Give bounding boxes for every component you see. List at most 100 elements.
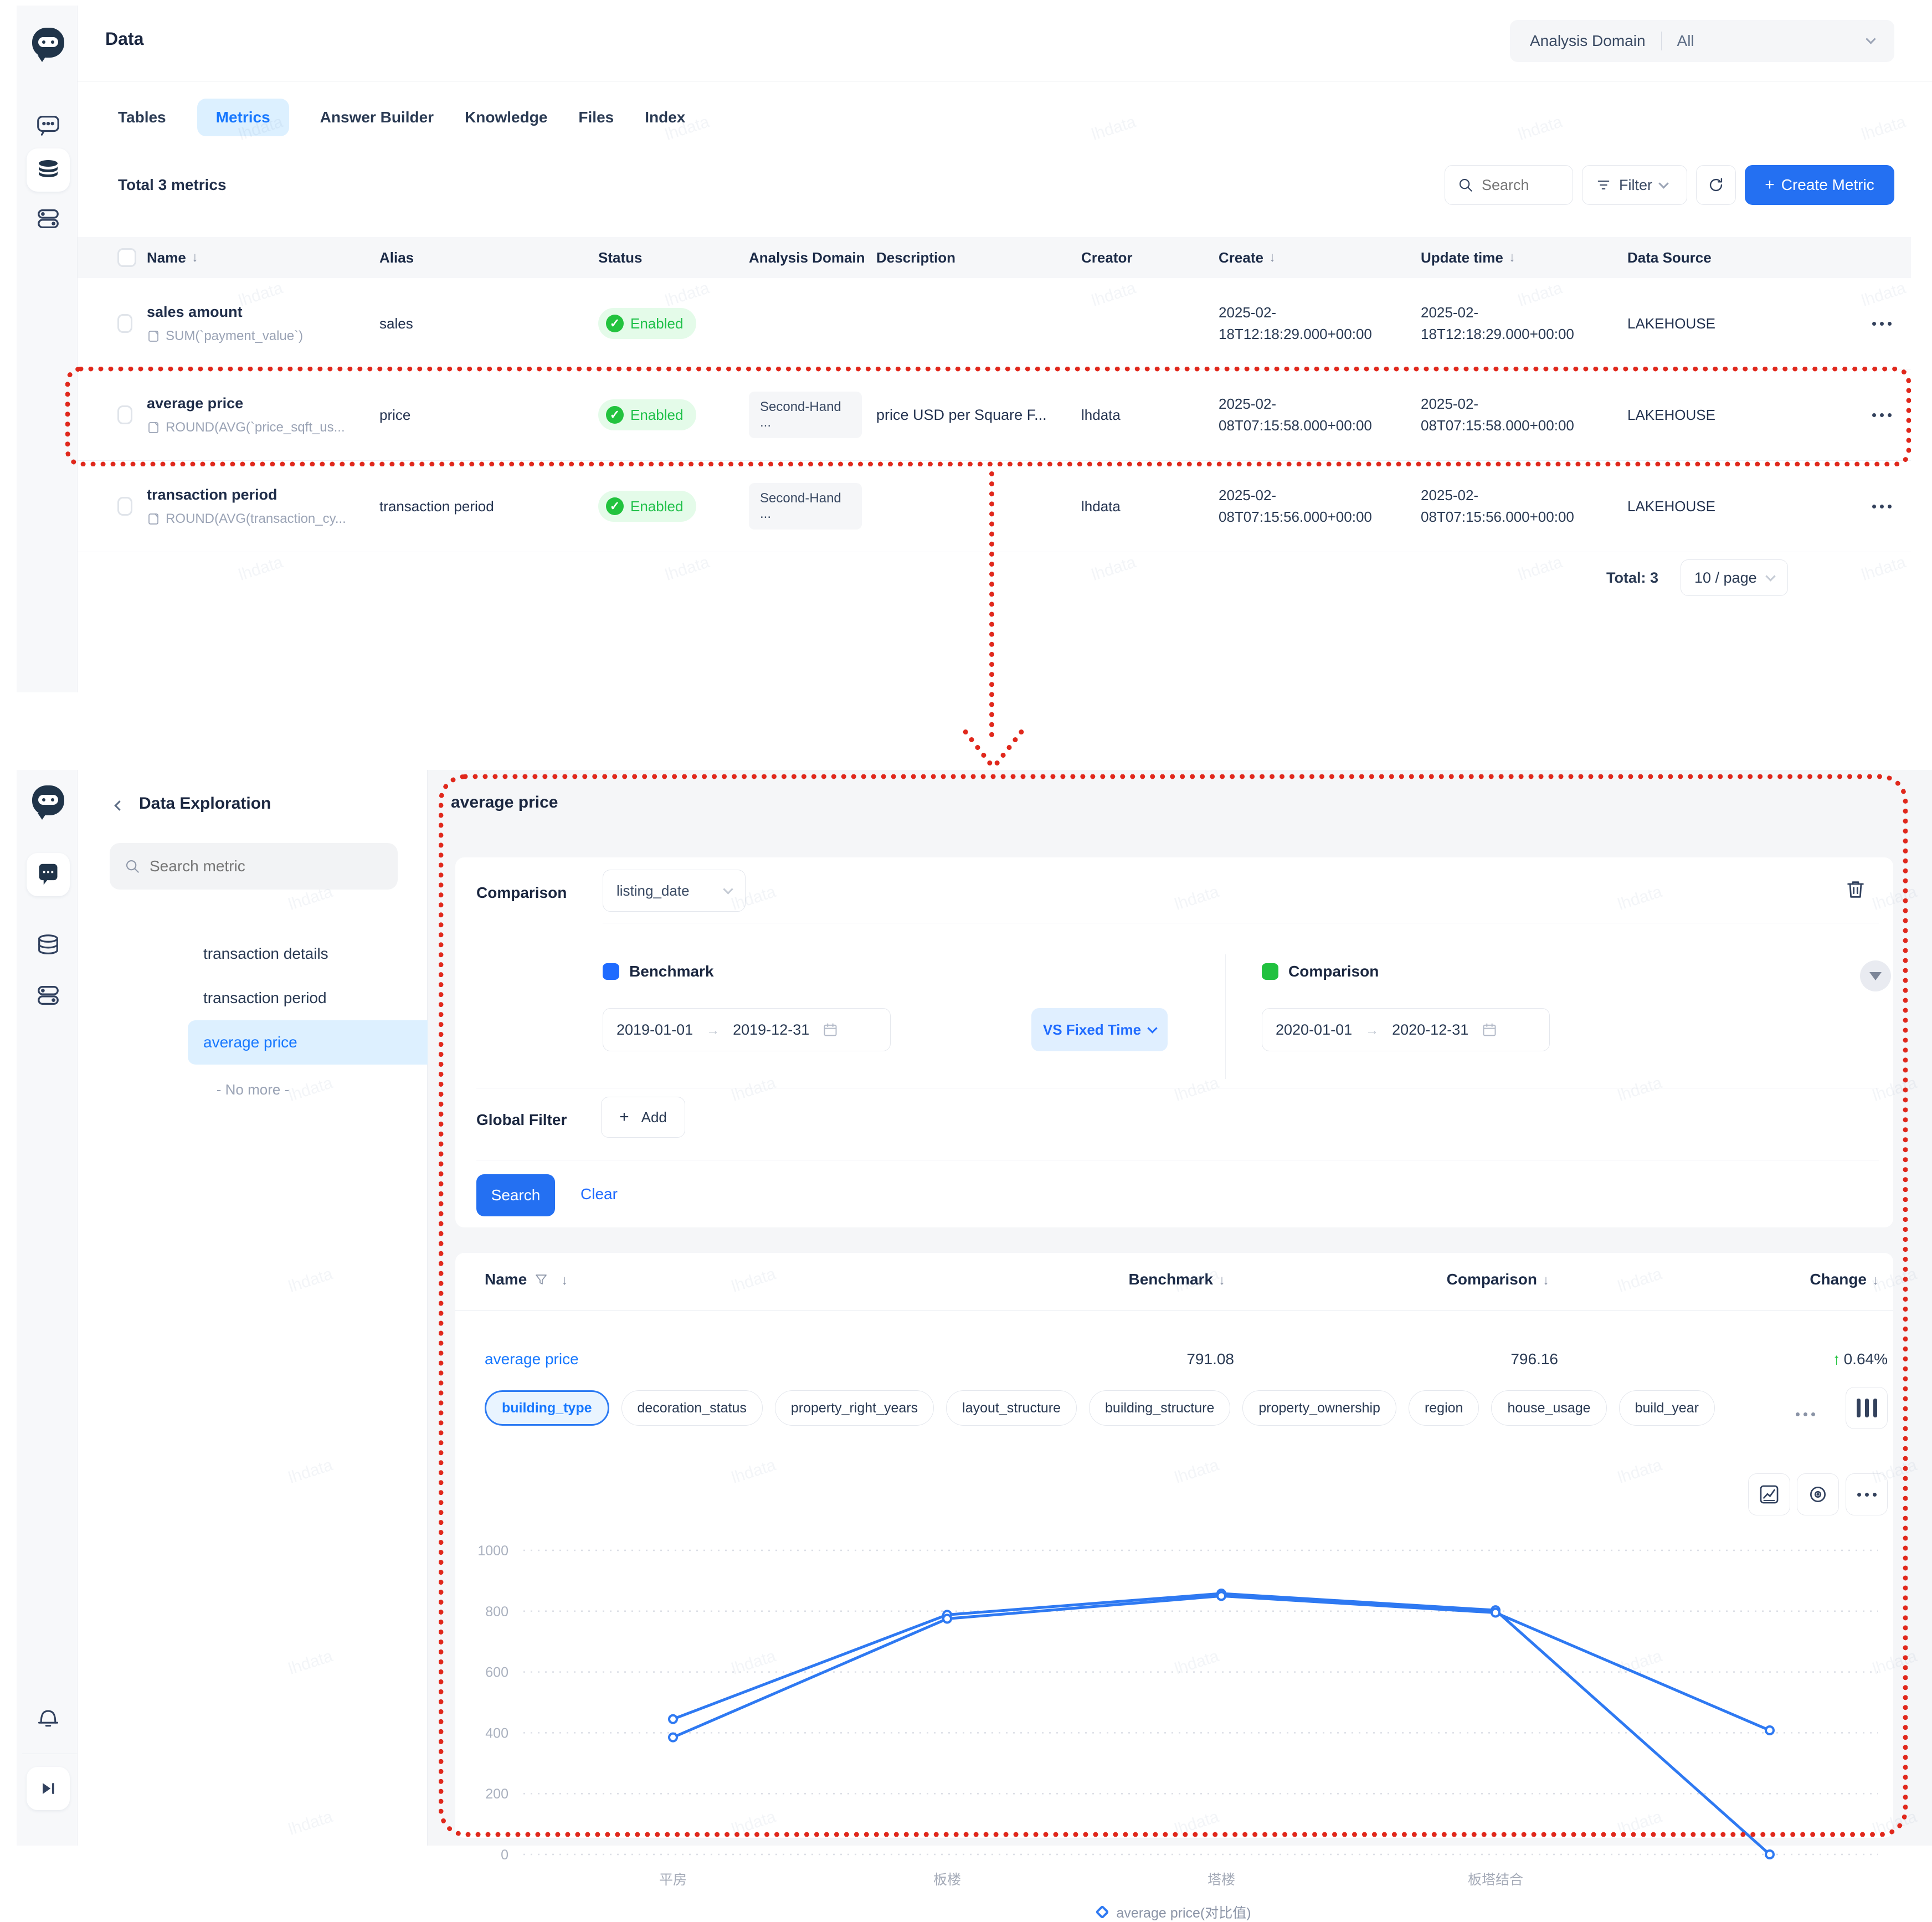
app-logo-icon[interactable] [32, 28, 64, 58]
row-checkbox[interactable] [117, 314, 132, 333]
comparison-label: Comparison [476, 884, 567, 902]
row-checkbox[interactable] [117, 405, 132, 424]
dimension-pill[interactable]: build_year [1619, 1390, 1715, 1426]
sidebar-chat-icon-active[interactable] [27, 853, 70, 896]
analysis-domain-select[interactable]: Analysis Domain All [1510, 20, 1894, 62]
result-metric-link[interactable]: average price [485, 1350, 579, 1368]
cell-update: 2025-02-08T07:15:58.000+00:00 [1421, 393, 1609, 436]
results-header-name[interactable]: Name [485, 1271, 568, 1288]
more-dimensions-icon[interactable] [1796, 1412, 1815, 1416]
dimension-select[interactable]: listing_date [603, 870, 746, 912]
notification-bell-icon[interactable] [34, 1704, 62, 1731]
tab-index[interactable]: Index [645, 109, 685, 126]
start-date[interactable]: 2019-01-01 [616, 1021, 693, 1039]
start-date[interactable]: 2020-01-01 [1276, 1021, 1352, 1039]
app-sidebar [17, 770, 78, 1846]
filter-button[interactable]: Filter [1582, 165, 1687, 205]
svg-text:0: 0 [501, 1847, 508, 1863]
more-icon [1857, 1493, 1877, 1497]
tab-knowledge[interactable]: Knowledge [465, 109, 547, 126]
results-card: Name Benchmark Comparison Change average… [455, 1253, 1893, 1838]
funnel-icon[interactable] [535, 1273, 548, 1286]
domain-tag: Second-Hand ... [749, 392, 862, 438]
chevron-down-icon [723, 884, 733, 894]
chart-more-button[interactable] [1846, 1473, 1888, 1515]
tab-files[interactable]: Files [578, 109, 614, 126]
search-button[interactable]: Search [476, 1174, 555, 1216]
metrics-search-input[interactable] [1482, 177, 1554, 194]
select-all-checkbox[interactable] [117, 248, 136, 267]
end-date[interactable]: 2020-12-31 [1392, 1021, 1468, 1039]
row-actions-icon[interactable] [1872, 322, 1892, 326]
table-row-name[interactable]: sales amount SUM(`payment_value`) [147, 278, 379, 369]
sidebar-data-icon-active[interactable] [27, 148, 70, 192]
page-size-select[interactable]: 10 / page [1681, 559, 1788, 596]
chevron-down-icon [1147, 1023, 1157, 1033]
dimension-pill[interactable]: building_structure [1089, 1390, 1230, 1426]
row-checkbox[interactable] [117, 497, 132, 516]
chart-legend[interactable]: average price(对比值) [455, 1902, 1893, 1922]
dimension-list-button[interactable] [1846, 1387, 1888, 1429]
metrics-search-box[interactable] [1445, 165, 1573, 205]
app-logo-icon[interactable] [32, 785, 64, 815]
refresh-button[interactable] [1696, 165, 1736, 205]
tab-metrics[interactable]: Metrics [197, 99, 289, 136]
dimension-pill[interactable]: property_ownership [1242, 1390, 1396, 1426]
back-chevron-icon[interactable] [114, 800, 124, 810]
analysis-domain-value: All [1677, 32, 1694, 50]
dimension-pill[interactable]: decoration_status [621, 1390, 763, 1426]
row-actions-icon[interactable] [1872, 505, 1892, 508]
end-date[interactable]: 2019-12-31 [733, 1021, 809, 1039]
sort-icon[interactable] [556, 1271, 568, 1288]
dimension-pill[interactable]: house_usage [1491, 1390, 1606, 1426]
col-creator: Creator [1081, 237, 1219, 278]
table-row-name[interactable]: transaction period ROUND(AVG(transaction… [147, 461, 379, 552]
sidebar-sources-icon[interactable] [34, 205, 62, 233]
chart-type-button[interactable] [1748, 1473, 1790, 1515]
results-header-comparison[interactable]: Comparison [1430, 1271, 1549, 1288]
check-icon: ✓ [606, 497, 624, 515]
col-create[interactable]: Create [1219, 237, 1421, 278]
search-label: Search [491, 1186, 541, 1204]
collapse-section-button[interactable] [1860, 960, 1891, 991]
cell-source: LAKEHOUSE [1627, 461, 1872, 552]
refresh-icon [1707, 176, 1725, 194]
sidebar-data-icon[interactable] [34, 932, 62, 959]
target-settings-button[interactable] [1797, 1473, 1839, 1515]
benchmark-date-range[interactable]: 2019-01-01 2019-12-31 [603, 1008, 891, 1051]
comparison-value: 796.16 [1430, 1350, 1558, 1368]
dimension-value: listing_date [616, 882, 690, 900]
row-actions-icon[interactable] [1872, 413, 1892, 417]
metric-search-box[interactable] [110, 843, 398, 890]
create-metric-button[interactable]: Create Metric [1745, 165, 1894, 205]
delete-comparison-button[interactable] [1844, 878, 1867, 903]
dimension-pill[interactable]: layout_structure [946, 1390, 1077, 1426]
comparison-date-range[interactable]: 2020-01-01 2020-12-31 [1262, 1008, 1550, 1051]
cell-alias: transaction period [379, 461, 598, 552]
collapse-sidebar-button[interactable] [27, 1767, 70, 1810]
clear-label: Clear [580, 1185, 618, 1202]
divider [1225, 954, 1226, 1079]
metric-search-input[interactable] [150, 857, 371, 875]
sidebar-chat-icon[interactable] [34, 111, 62, 138]
dimension-pill-active[interactable]: building_type [485, 1390, 609, 1426]
tab-tables[interactable]: Tables [118, 109, 166, 126]
col-update[interactable]: Update time [1421, 237, 1627, 278]
col-status: Status [598, 237, 749, 278]
dimension-pill[interactable]: property_right_years [775, 1390, 934, 1426]
search-icon [1457, 177, 1474, 193]
col-name[interactable]: Name [147, 237, 379, 278]
table-row-name[interactable]: average price ROUND(AVG(`price_sqft_us..… [147, 369, 379, 461]
vs-fixed-time-select[interactable]: VS Fixed Time [1031, 1008, 1168, 1051]
change-value: 0.64% [1785, 1350, 1888, 1368]
sidebar-sources-icon[interactable] [34, 981, 62, 1009]
cell-creator: lhdata [1081, 461, 1219, 552]
add-filter-button[interactable]: Add [601, 1097, 685, 1138]
plus-icon [619, 1108, 636, 1127]
results-header-benchmark[interactable]: Benchmark [1109, 1271, 1225, 1288]
tab-answer-builder[interactable]: Answer Builder [320, 109, 434, 126]
legend-diamond-icon [1096, 1905, 1109, 1919]
clear-button[interactable]: Clear [580, 1185, 618, 1203]
results-header-change[interactable]: Change [1796, 1271, 1879, 1288]
dimension-pill[interactable]: region [1409, 1390, 1479, 1426]
